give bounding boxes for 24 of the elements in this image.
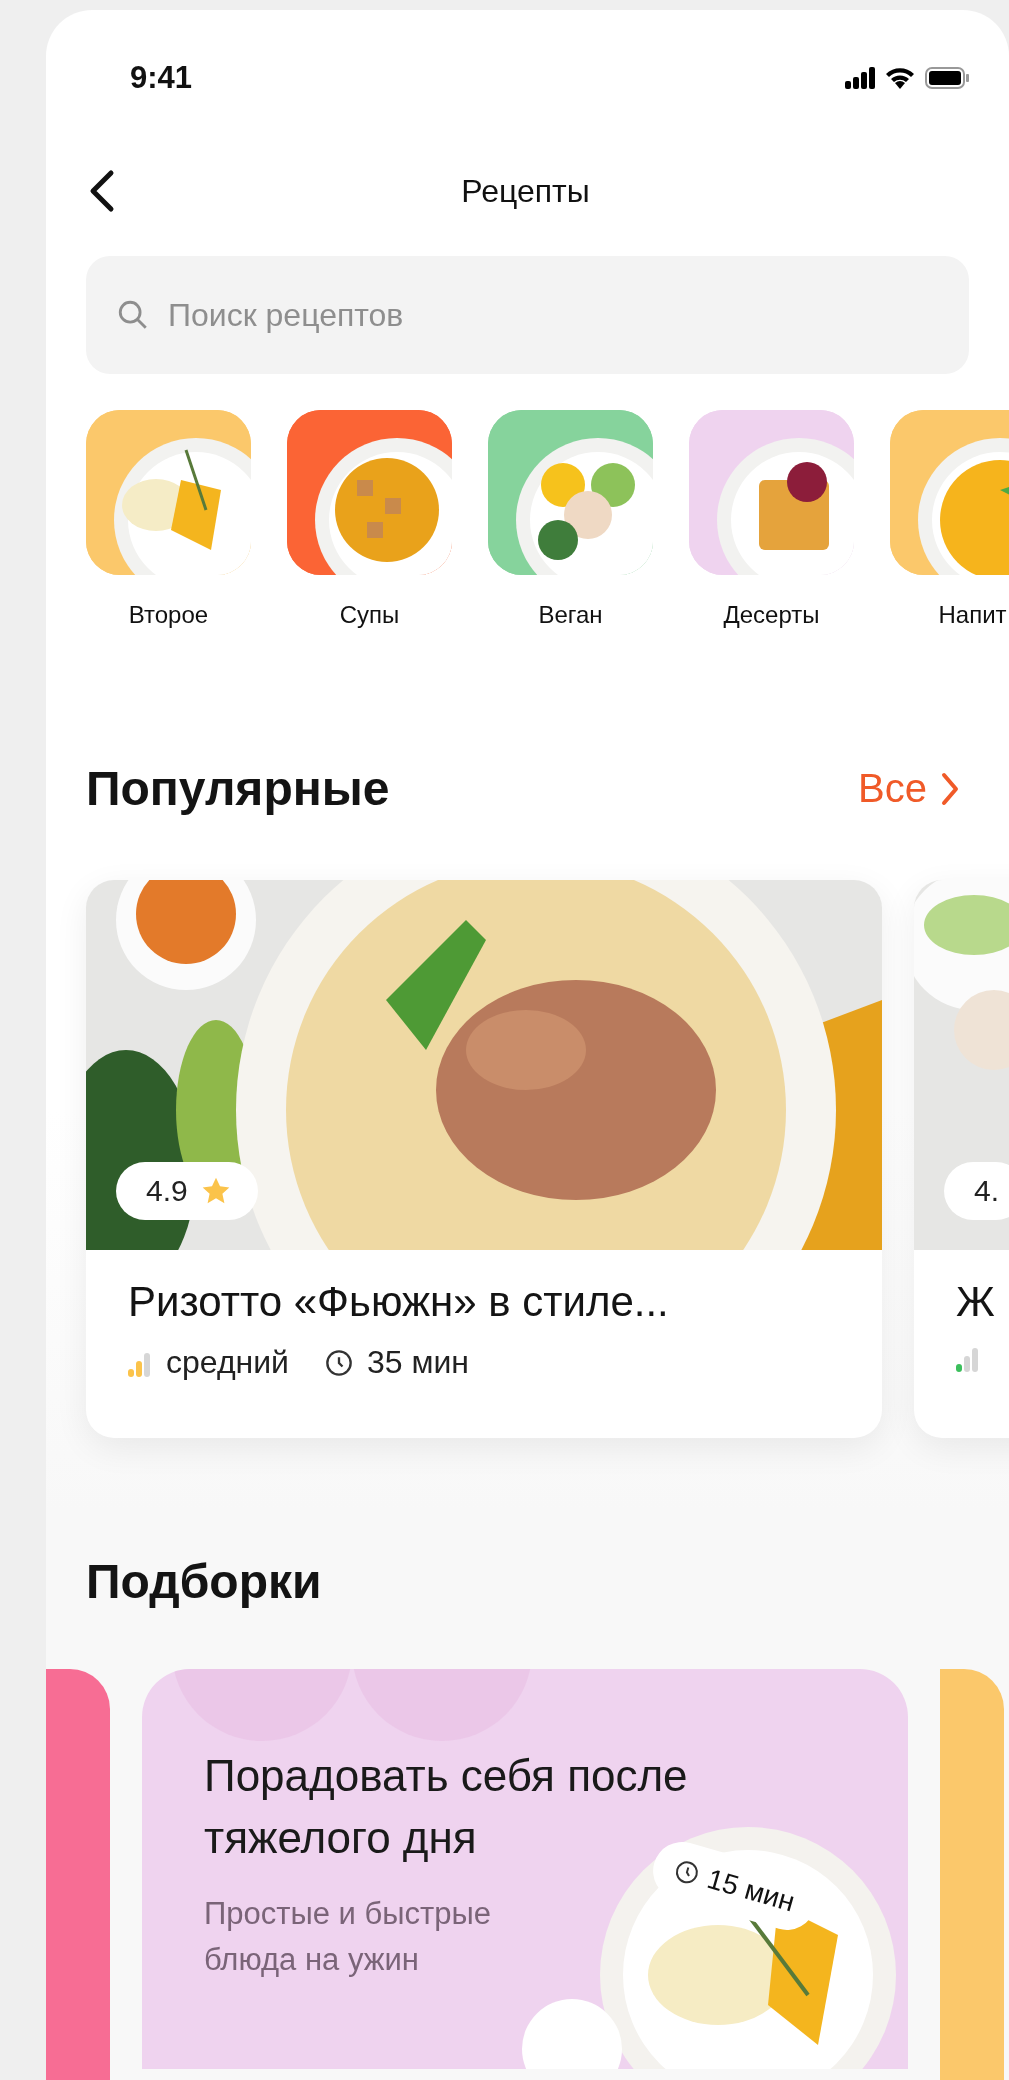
back-icon [89, 169, 115, 213]
status-time: 9:41 [130, 60, 193, 96]
section-title: Подборки [86, 1554, 322, 1609]
chevron-icon [941, 771, 959, 806]
clock-icon [325, 1348, 353, 1377]
section-title: Популярные [86, 761, 390, 816]
signal-icon [845, 67, 875, 89]
difficulty-label: средний [166, 1344, 289, 1381]
wifi-icon [885, 67, 915, 89]
cook-time: 35 мин [367, 1344, 469, 1381]
recipe-card[interactable]: 4.9 Ризотто «Фьюжн» в стиле... средний 35 мин [86, 880, 882, 1438]
search-field[interactable]: Поиск рецептов [86, 256, 969, 374]
rating-badge: 4. [944, 1162, 1009, 1220]
collection-subtitle: Простые и быстрые блюда на ужин [204, 1895, 493, 1979]
recipe-card[interactable]: 4. Ж [914, 880, 1009, 1438]
battery-icon [925, 67, 969, 89]
collection-card[interactable]: Порадовать себя после тяжелого дня Простые и быстрые блюда на ужин 15 мин [142, 1669, 908, 2069]
recipe-title: Ризотто «Фьюжн» в стиле... [128, 1278, 670, 1326]
recipe-title: Ж [956, 1278, 996, 1326]
collection-card[interactable] [940, 1669, 1004, 2080]
collection-card[interactable] [46, 1669, 110, 2080]
search-icon [116, 298, 150, 332]
screen-title: Рецепты [460, 172, 591, 210]
rating-badge: 4.9 [116, 1162, 258, 1220]
